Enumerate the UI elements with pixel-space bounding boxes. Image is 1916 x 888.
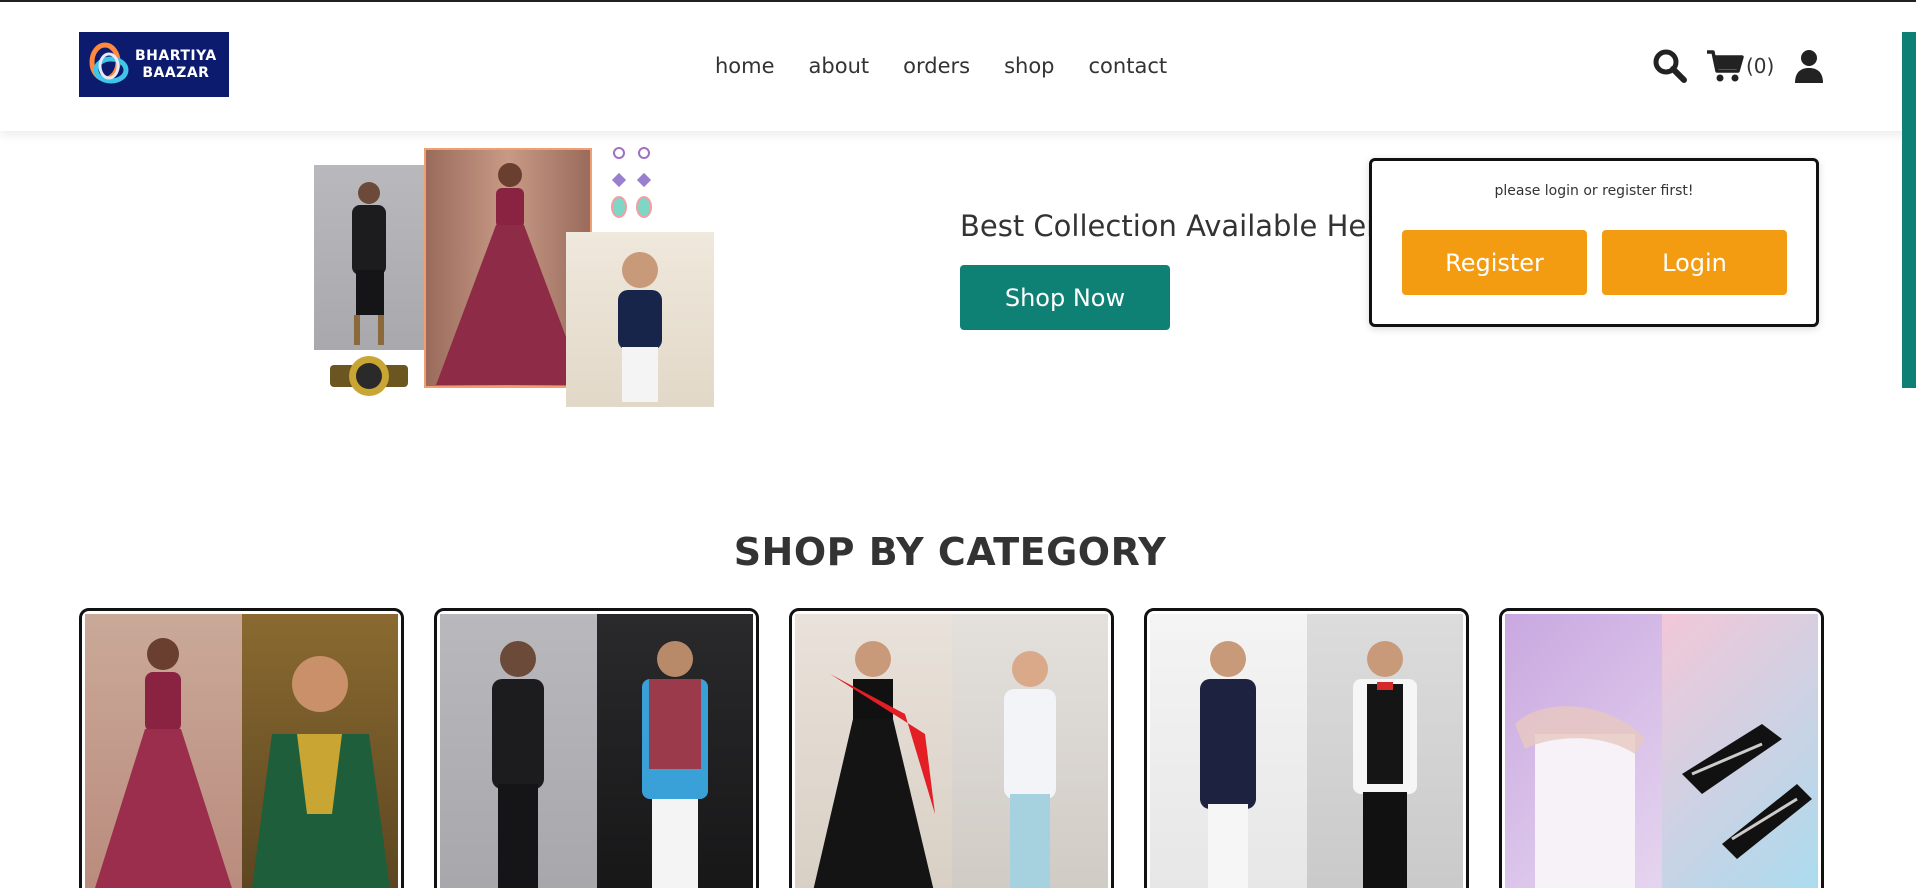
- scrollbar-thumb[interactable]: [1902, 32, 1916, 388]
- cart-count: (0): [1746, 54, 1775, 78]
- register-button[interactable]: Register: [1402, 230, 1587, 295]
- category-image: [241, 614, 398, 888]
- header: BHARTIYA BAAZAR home about orders shop c…: [0, 2, 1916, 131]
- category-image: [1150, 614, 1307, 888]
- cart-button[interactable]: (0): [1706, 49, 1774, 83]
- nav-shop[interactable]: shop: [1004, 54, 1054, 78]
- main-nav: home about orders shop contact: [715, 54, 1167, 78]
- category-image: [85, 614, 242, 888]
- category-image: [1505, 614, 1662, 888]
- nav-about[interactable]: about: [809, 54, 870, 78]
- section-title: SHOP BY CATEGORY: [733, 530, 1167, 574]
- category-image: [951, 614, 1108, 888]
- hero-tagline: Best Collection Available Here: [960, 209, 1396, 243]
- category-cards: [79, 608, 1824, 888]
- login-button[interactable]: Login: [1602, 230, 1787, 295]
- hero-image-earrings: [604, 145, 664, 225]
- search-icon[interactable]: [1652, 48, 1688, 84]
- category-card-boys[interactable]: [1144, 608, 1469, 888]
- category-card-men[interactable]: [434, 608, 759, 888]
- category-image: [795, 614, 952, 888]
- brand-line2: BAAZAR: [142, 64, 210, 81]
- hero-collage: [314, 145, 714, 407]
- logo-rings-icon: [89, 42, 129, 83]
- nav-contact[interactable]: contact: [1089, 54, 1168, 78]
- hero-image-men-kurta: [314, 165, 424, 350]
- hero-image-boy-sherwani: [566, 232, 714, 407]
- header-actions: (0): [1652, 48, 1824, 84]
- user-icon[interactable]: [1794, 49, 1824, 83]
- login-popup: please login or register first! Register…: [1369, 158, 1819, 327]
- category-image: [1661, 614, 1818, 888]
- brand-line1: BHARTIYA: [135, 47, 217, 64]
- category-card-girls[interactable]: [789, 608, 1114, 888]
- brand-name: BHARTIYA BAAZAR: [135, 48, 217, 82]
- category-card-footwear[interactable]: [1499, 608, 1824, 888]
- shop-now-button[interactable]: Shop Now: [960, 265, 1170, 330]
- category-image: [440, 614, 597, 888]
- hero-image-watch: [324, 350, 414, 405]
- cart-icon: [1707, 50, 1744, 82]
- category-card-women[interactable]: [79, 608, 404, 888]
- category-image: [596, 614, 753, 888]
- category-image: [1306, 614, 1463, 888]
- brand-logo[interactable]: BHARTIYA BAAZAR: [79, 32, 229, 97]
- nav-home[interactable]: home: [715, 54, 775, 78]
- login-actions: Register Login: [1402, 230, 1787, 295]
- nav-orders[interactable]: orders: [903, 54, 970, 78]
- login-message: please login or register first!: [1494, 183, 1694, 199]
